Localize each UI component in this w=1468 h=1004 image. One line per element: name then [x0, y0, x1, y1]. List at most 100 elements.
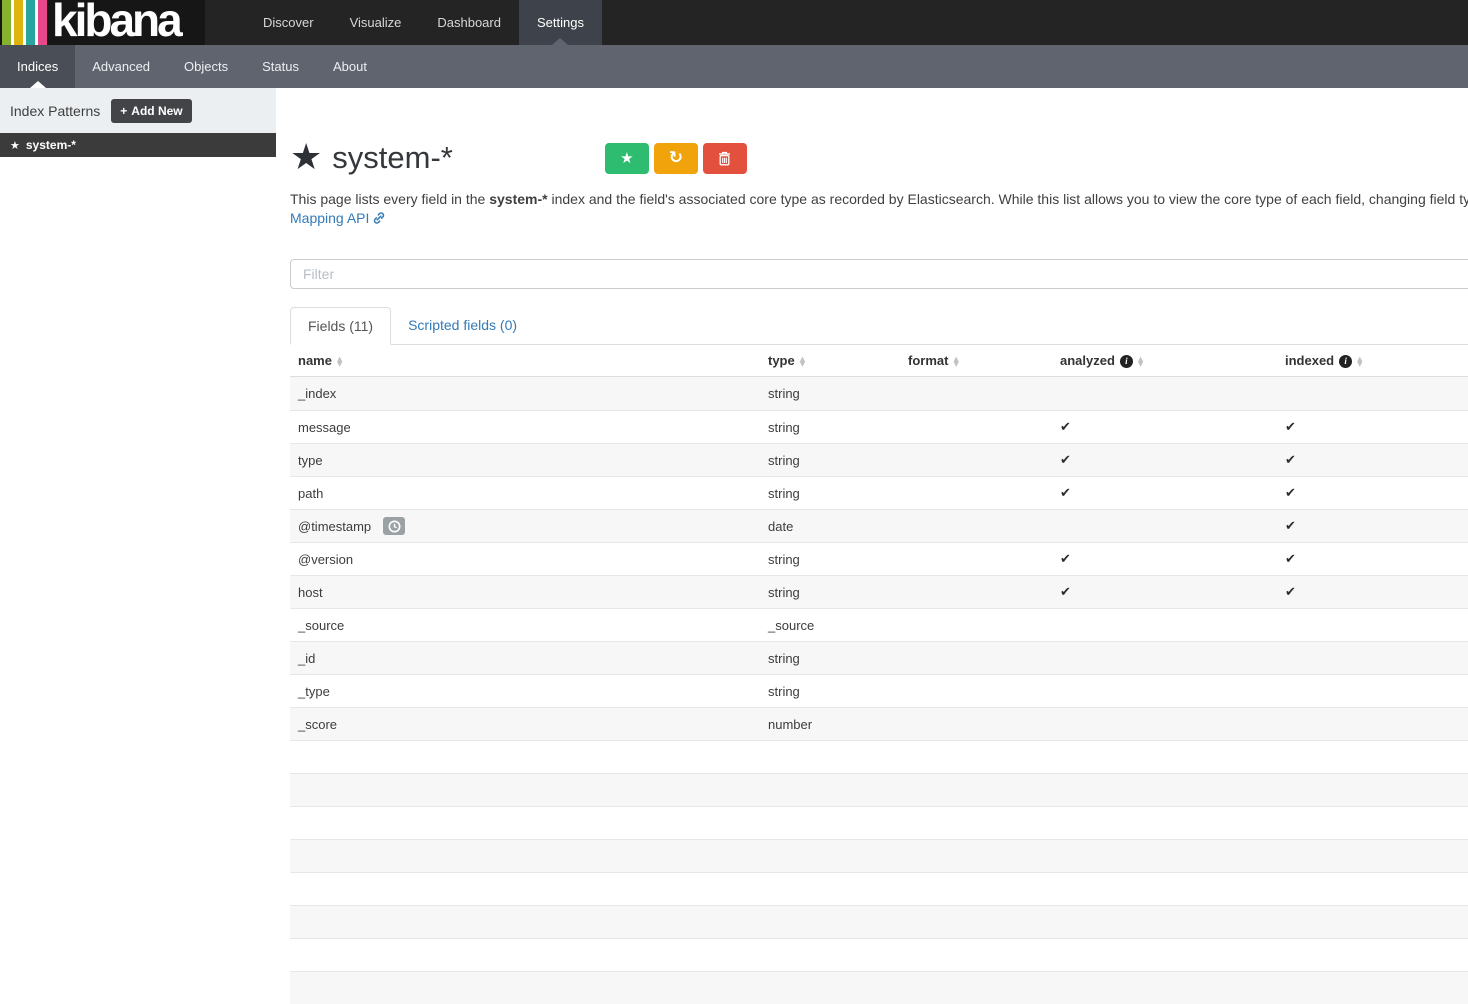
top-nav-item-settings[interactable]: Settings [519, 0, 602, 45]
sort-down-icon: ▼ [1357, 362, 1362, 367]
delete-index-pattern-button[interactable] [703, 143, 747, 174]
field-name: _id [298, 651, 315, 666]
field-type-cell: string [760, 453, 900, 468]
field-analyzed-cell: ✔ [1052, 486, 1277, 501]
field-name-cell: _index [290, 386, 760, 401]
sidebar-heading: Index Patterns [10, 103, 100, 119]
default-index-star-icon: ★ [290, 140, 322, 176]
empty-table-row [290, 938, 1468, 971]
field-name-cell: @timestamp [290, 517, 760, 535]
sort-down-icon: ▼ [800, 362, 805, 367]
fields-table: name▲▼type▲▼format▲▼analyzedi▲▼indexedi▲… [290, 345, 1468, 1004]
table-row: message string ✔✔ [290, 410, 1468, 443]
top-nav-item-dashboard[interactable]: Dashboard [419, 0, 519, 45]
top-nav-item-visualize[interactable]: Visualize [332, 0, 420, 45]
field-type-cell: string [760, 684, 900, 699]
fields-table-header: name▲▼type▲▼format▲▼analyzedi▲▼indexedi▲… [290, 345, 1468, 377]
field-name-cell: _source [290, 618, 760, 633]
field-indexed-cell: ✔ [1277, 519, 1468, 534]
info-icon[interactable]: i [1120, 355, 1133, 368]
field-name-cell: type [290, 453, 760, 468]
field-analyzed-cell: ✔ [1052, 552, 1277, 567]
table-row: _indexstring [290, 377, 1468, 410]
sub-nav-item-objects[interactable]: Objects [167, 45, 245, 88]
field-type-cell: string [760, 420, 900, 435]
field-type-cell: string [760, 386, 900, 401]
column-label: indexed [1285, 353, 1334, 368]
table-row: pathstring✔✔ [290, 476, 1468, 509]
column-header-format[interactable]: format▲▼ [900, 345, 1052, 376]
field-analyzed-cell: ✔ [1052, 453, 1277, 468]
sort-icon: ▲▼ [1138, 357, 1143, 367]
info-icon[interactable]: i [1339, 355, 1352, 368]
brand-stripe [2, 0, 11, 45]
sort-icon: ▲▼ [800, 357, 805, 367]
sort-down-icon: ▼ [1138, 362, 1143, 367]
empty-table-row [290, 905, 1468, 938]
field-indexed-cell: ✔ [1277, 585, 1468, 600]
field-name: _score [298, 717, 337, 732]
sub-nav-item-advanced[interactable]: Advanced [75, 45, 167, 88]
sort-down-icon: ▼ [337, 362, 342, 367]
top-bar: kibana DiscoverVisualizeDashboardSetting… [0, 0, 1468, 45]
index-patterns-sidebar: Index Patterns +Add New ★ system-* [0, 88, 276, 157]
add-new-index-pattern-button[interactable]: +Add New [111, 99, 191, 123]
field-analyzed-cell: ✔ [1052, 585, 1277, 600]
brand-stripe [38, 0, 47, 45]
field-name-cell: message [290, 420, 760, 435]
field-type-cell: _source [760, 618, 900, 633]
field-type-cell: date [760, 519, 900, 534]
field-name: path [298, 486, 323, 501]
field-name: _source [298, 618, 344, 633]
table-row: _type string [290, 674, 1468, 707]
field-indexed-cell: ✔ [1277, 420, 1468, 435]
column-header-indexed[interactable]: indexed i ▲▼ [1277, 345, 1468, 376]
title-row: ★ system-* ★ ↻ [290, 140, 1468, 176]
add-new-label: Add New [131, 104, 182, 118]
field-name: host [298, 585, 323, 600]
brand-stripe [26, 0, 35, 45]
table-row: type string ✔✔ [290, 443, 1468, 476]
clock-icon [388, 520, 401, 533]
set-default-index-button[interactable]: ★ [605, 143, 649, 174]
index-action-buttons: ★ ↻ [605, 143, 747, 174]
field-indexed-cell: ✔ [1277, 453, 1468, 468]
field-name-cell: host [290, 585, 760, 600]
field-name: message [298, 420, 351, 435]
page-title: system-* [332, 140, 453, 176]
field-name: _type [298, 684, 330, 699]
kibana-logo-stripes-icon [2, 0, 47, 45]
trash-icon [718, 151, 731, 166]
default-pattern-star-icon: ★ [10, 139, 20, 152]
sub-nav-item-about[interactable]: About [316, 45, 384, 88]
brand-name: kibana [52, 0, 180, 45]
top-nav-item-discover[interactable]: Discover [245, 0, 332, 45]
table-row: @versionstring✔✔ [290, 542, 1468, 575]
sort-icon: ▲▼ [1357, 357, 1362, 367]
column-header-analyzed[interactable]: analyzedi▲▼ [1052, 345, 1277, 376]
main-content: ★ system-* ★ ↻ This page lists every fie… [276, 88, 1468, 1004]
field-analyzed-cell: ✔ [1052, 420, 1277, 435]
column-label: format [908, 353, 948, 368]
tab-scripted-fields-0[interactable]: Scripted fields (0) [391, 307, 534, 345]
table-row: hoststring✔✔ [290, 575, 1468, 608]
mapping-api-link[interactable]: Mapping API [290, 210, 369, 226]
field-name-cell: _type [290, 684, 760, 699]
filter-input[interactable] [290, 259, 1468, 289]
column-header-name[interactable]: name▲▼ [290, 345, 760, 376]
time-field-badge [383, 517, 405, 535]
field-name: type [298, 453, 323, 468]
sort-down-icon: ▼ [953, 362, 958, 367]
refresh-icon: ↻ [669, 148, 683, 168]
sub-nav-item-indices[interactable]: Indices [0, 45, 75, 88]
column-header-type[interactable]: type▲▼ [760, 345, 900, 376]
tab-fields-11[interactable]: Fields (11) [290, 307, 391, 345]
refresh-fields-button[interactable]: ↻ [654, 143, 698, 174]
index-pattern-item[interactable]: ★ system-* [0, 133, 276, 157]
description-line: This page lists every field in the syste… [290, 190, 1468, 208]
field-type-cell: number [760, 717, 900, 732]
index-pattern-name: system-* [26, 138, 76, 152]
sub-nav-item-status[interactable]: Status [245, 45, 316, 88]
brand-stripe [14, 0, 23, 45]
field-name-cell: _score [290, 717, 760, 732]
